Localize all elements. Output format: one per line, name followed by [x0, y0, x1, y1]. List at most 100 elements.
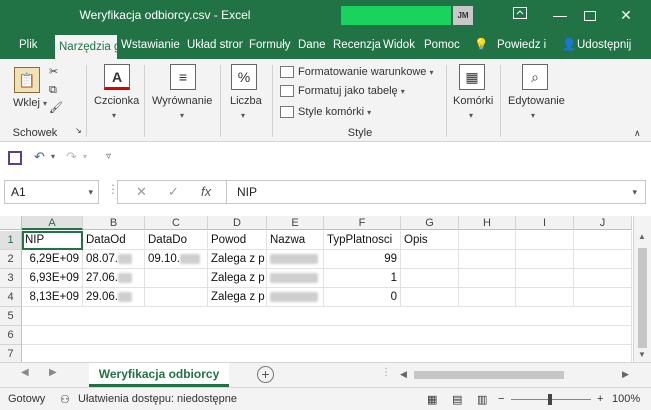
cell-h3[interactable] — [459, 269, 516, 288]
row-header[interactable]: 5 — [0, 307, 22, 326]
row-header[interactable]: 7 — [0, 345, 22, 362]
copy-icon[interactable]: ⧉ — [49, 82, 57, 98]
cell-j2[interactable] — [574, 250, 632, 269]
cell-h4[interactable] — [459, 288, 516, 307]
number-group[interactable]: % Liczba ▾ — [222, 59, 268, 142]
cell-i1[interactable] — [516, 231, 574, 250]
editing-group[interactable]: ⌕ Edytowanie ▾ — [502, 59, 568, 142]
scroll-thumb[interactable] — [414, 371, 564, 379]
redo-icon[interactable]: ↷ — [66, 148, 77, 166]
redo-dropdown-icon[interactable]: ▾ — [83, 148, 87, 166]
zoom-level[interactable]: 100% — [612, 393, 640, 405]
cell-e1[interactable]: Nazwa — [267, 231, 324, 250]
cell-g2[interactable] — [401, 250, 459, 269]
cell-j3[interactable] — [574, 269, 632, 288]
column-header[interactable]: E — [267, 216, 324, 230]
undo-dropdown-icon[interactable]: ▾ — [51, 148, 55, 166]
cell-b1[interactable]: DataOd — [83, 231, 145, 250]
row-header[interactable]: 2 — [0, 250, 22, 269]
share-button[interactable]: Udostępnij — [577, 31, 631, 59]
formula-input[interactable]: NIP ▾ — [226, 180, 646, 204]
share-icon[interactable]: 👤 — [562, 31, 576, 59]
cell-i4[interactable] — [516, 288, 574, 307]
tab-formulas[interactable]: Formuły — [249, 31, 291, 59]
previous-sheet-icon[interactable]: ◀ — [21, 367, 29, 378]
cell-f2[interactable]: 99 — [324, 250, 401, 269]
accessibility-icon[interactable]: ⚇ — [60, 393, 70, 406]
cell-f3[interactable]: 1 — [324, 269, 401, 288]
paste-button[interactable]: Wklej ▾ — [13, 97, 47, 109]
cell-d1[interactable]: Powod — [208, 231, 267, 250]
font-group[interactable]: A Czcionka ▾ — [88, 59, 146, 142]
row-header[interactable]: 6 — [0, 326, 22, 345]
cell-e2[interactable] — [267, 250, 324, 269]
cell-a2[interactable]: 6,29E+09 — [22, 250, 83, 269]
next-sheet-icon[interactable]: ▶ — [49, 367, 57, 378]
select-all-button[interactable] — [0, 216, 22, 230]
cell-c1[interactable]: DataDo — [145, 231, 208, 250]
column-header[interactable]: C — [145, 216, 208, 230]
cells-group[interactable]: ▦ Komórki ▾ — [448, 59, 498, 142]
alignment-group[interactable]: ≡ Wyrównanie ▾ — [146, 59, 222, 142]
scroll-down-icon[interactable]: ▼ — [638, 350, 646, 359]
cell-i2[interactable] — [516, 250, 574, 269]
zoom-slider-thumb[interactable] — [548, 394, 552, 405]
row-header[interactable]: 3 — [0, 269, 22, 288]
normal-view-icon[interactable]: ▦ — [427, 393, 437, 406]
cell-j1[interactable] — [574, 231, 632, 250]
cell-b2[interactable]: 08.07. — [83, 250, 145, 269]
column-header[interactable]: H — [459, 216, 516, 230]
close-button[interactable]: ✕ — [606, 0, 646, 31]
page-layout-view-icon[interactable]: ▤ — [452, 393, 462, 406]
column-header[interactable]: J — [574, 216, 632, 230]
zoom-in-button[interactable]: + — [597, 393, 603, 405]
column-header[interactable]: D — [208, 216, 267, 230]
cell-e3[interactable] — [267, 269, 324, 288]
accessibility-status[interactable]: Ułatwienia dostępu: niedostępne — [78, 393, 237, 405]
tab-view[interactable]: Widok — [383, 31, 415, 59]
empty-row[interactable] — [22, 307, 632, 326]
format-painter-icon[interactable]: 🖌 — [49, 100, 63, 116]
clipboard-launcher-icon[interactable]: ↘ — [75, 123, 82, 139]
cell-g1[interactable]: Opis — [401, 231, 459, 250]
column-header[interactable]: G — [401, 216, 459, 230]
column-header[interactable]: B — [83, 216, 145, 230]
cell-j4[interactable] — [574, 288, 632, 307]
horizontal-scrollbar[interactable]: ◀ ▶ — [400, 369, 630, 381]
cell-h1[interactable] — [459, 231, 516, 250]
cell-c2[interactable]: 09.10. — [145, 250, 208, 269]
insert-function-icon[interactable]: fx — [201, 184, 211, 199]
tab-review[interactable]: Recenzja — [333, 31, 381, 59]
save-icon[interactable] — [8, 151, 22, 165]
conditional-formatting-button[interactable]: Formatowanie warunkowe ▾ — [280, 64, 433, 80]
tab-help[interactable]: Pomoc — [424, 31, 460, 59]
user-avatar[interactable]: JM — [453, 6, 473, 25]
collapse-ribbon-icon[interactable]: ∧ — [634, 125, 641, 141]
scroll-thumb[interactable] — [638, 248, 647, 348]
column-header[interactable]: I — [516, 216, 574, 230]
page-break-view-icon[interactable]: ▥ — [477, 393, 487, 406]
undo-icon[interactable]: ↶ — [34, 148, 45, 166]
sheet-tab-weryfikacja[interactable]: Weryfikacja odbiorcy — [89, 363, 229, 387]
search-box[interactable] — [341, 6, 451, 25]
enter-icon[interactable]: ✓ — [168, 184, 179, 200]
cell-b4[interactable]: 29.06. — [83, 288, 145, 307]
maximize-button[interactable] — [570, 0, 610, 31]
cell-f4[interactable]: 0 — [324, 288, 401, 307]
paste-icon[interactable]: 📋 — [14, 67, 40, 93]
format-as-table-button[interactable]: Formatuj jako tabelę ▾ — [280, 83, 405, 99]
cell-d4[interactable]: Zalega z p — [208, 288, 267, 307]
tab-home[interactable]: Narzędzia g — [55, 35, 117, 59]
cell-a4[interactable]: 8,13E+09 — [22, 288, 83, 307]
scroll-left-icon[interactable]: ◀ — [400, 369, 407, 380]
cell-g4[interactable] — [401, 288, 459, 307]
tab-page-layout[interactable]: Układ stron — [187, 31, 243, 59]
scroll-right-icon[interactable]: ▶ — [622, 369, 629, 380]
tab-data[interactable]: Dane — [298, 31, 326, 59]
add-sheet-button[interactable]: + — [257, 366, 274, 383]
cell-f1[interactable]: TypPlatnosci — [324, 231, 401, 250]
ribbon-display-options-icon[interactable] — [500, 0, 540, 31]
cancel-icon[interactable]: ✕ — [136, 184, 147, 200]
cell-c3[interactable] — [145, 269, 208, 288]
cell-h2[interactable] — [459, 250, 516, 269]
